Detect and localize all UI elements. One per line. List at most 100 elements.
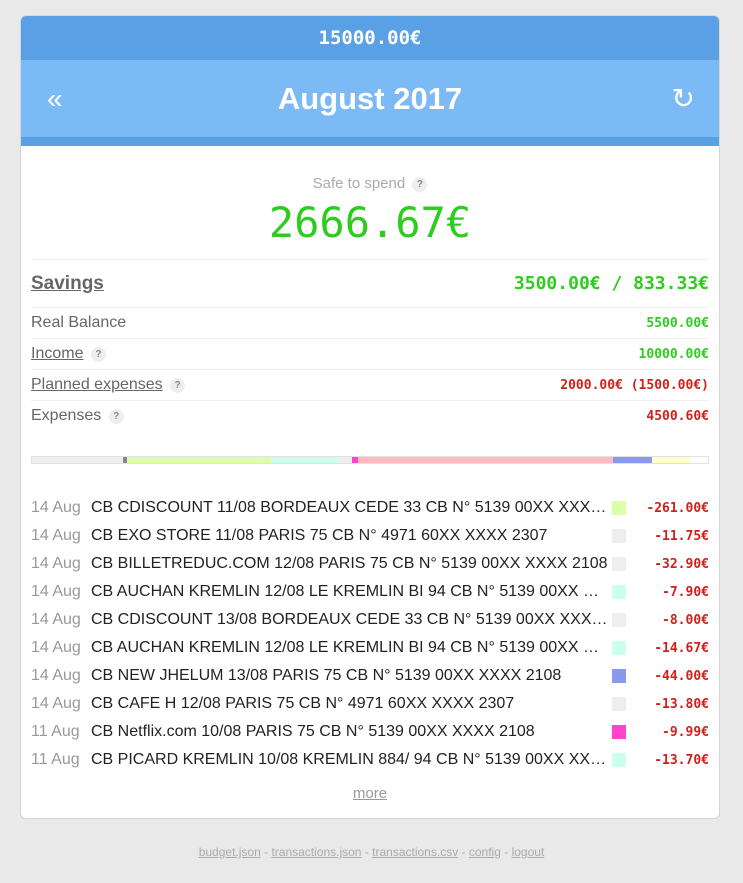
refresh-icon[interactable]: ↻ bbox=[672, 60, 695, 137]
expenses-label-group: Expenses ? bbox=[31, 407, 124, 425]
transaction-amount: -8.00€ bbox=[662, 612, 709, 628]
transaction-date: 14 Aug bbox=[31, 527, 81, 544]
expenses-label: Expenses bbox=[31, 407, 102, 424]
transaction-amount: -13.70€ bbox=[654, 752, 709, 768]
footer-separator: - bbox=[361, 845, 373, 859]
income-link[interactable]: Income bbox=[31, 345, 83, 362]
transaction-label: CB EXO STORE 11/08 PARIS 75 CB N° 4971 6… bbox=[91, 527, 548, 544]
transaction-date: 14 Aug bbox=[31, 555, 81, 572]
transaction-label: CB PICARD KREMLIN 10/08 KREMLIN 884/ 94 … bbox=[91, 751, 609, 768]
footer-separator: - bbox=[260, 845, 272, 859]
category-color-swatch[interactable] bbox=[612, 501, 626, 515]
help-icon[interactable]: ? bbox=[108, 409, 124, 424]
transaction-date: 11 Aug bbox=[31, 751, 80, 768]
planned-expenses-value: 2000.00€ (1500.00€) bbox=[560, 377, 709, 393]
footer-link[interactable]: transactions.csv bbox=[372, 845, 458, 859]
safe-to-spend-section: Safe to spend ? 2666.67€ bbox=[21, 146, 719, 259]
bar-segment bbox=[127, 457, 272, 463]
transaction-row[interactable]: 14 Aug CB CAFE H 12/08 PARIS 75 CB N° 497… bbox=[31, 690, 709, 718]
bar-segment bbox=[357, 457, 613, 463]
real-balance-row: Real Balance 5500.00€ bbox=[31, 307, 709, 338]
transaction-row[interactable]: 14 Aug CB BILLETREDUC.COM 12/08 PARIS 75 … bbox=[31, 550, 709, 578]
category-color-swatch[interactable] bbox=[612, 641, 626, 655]
footer-separator: - bbox=[458, 845, 469, 859]
footer-link[interactable]: transactions.json bbox=[271, 845, 361, 859]
total-balance: 15000.00€ bbox=[21, 16, 719, 60]
transaction-list: 14 Aug CB CDISCOUNT 11/08 BORDEAUX CEDE 3… bbox=[31, 494, 709, 774]
transaction-label: CB CDISCOUNT 11/08 BORDEAUX CEDE 33 CB N… bbox=[91, 499, 609, 516]
help-icon[interactable]: ? bbox=[412, 177, 428, 192]
savings-value: 3500.00€ / 833.33€ bbox=[513, 273, 709, 294]
transaction-label: CB AUCHAN KREMLIN 12/08 LE KREMLIN BI 94… bbox=[91, 639, 609, 656]
category-color-swatch[interactable] bbox=[612, 753, 626, 767]
transaction-amount: -7.90€ bbox=[662, 584, 709, 600]
transaction-date: 14 Aug bbox=[31, 667, 81, 684]
transaction-amount: -14.67€ bbox=[654, 640, 709, 656]
safe-to-spend-amount: 2666.67€ bbox=[268, 198, 472, 247]
category-color-swatch[interactable] bbox=[612, 697, 626, 711]
income-label-group: Income ? bbox=[31, 345, 106, 363]
transaction-row[interactable]: 14 Aug CB EXO STORE 11/08 PARIS 75 CB N° … bbox=[31, 522, 709, 550]
transaction-date: 11 Aug bbox=[31, 723, 80, 740]
bar-segment bbox=[612, 457, 652, 463]
transaction-row[interactable]: 14 Aug CB CDISCOUNT 13/08 BORDEAUX CEDE 3… bbox=[31, 606, 709, 634]
income-row: Income ? 10000.00€ bbox=[31, 338, 709, 369]
transaction-amount: -9.99€ bbox=[662, 724, 709, 740]
footer-link[interactable]: logout bbox=[512, 845, 545, 859]
transaction-label: CB NEW JHELUM 13/08 PARIS 75 CB N° 5139 … bbox=[91, 667, 562, 684]
more-link[interactable]: more bbox=[21, 785, 719, 802]
safe-to-spend-text: Safe to spend bbox=[312, 175, 406, 192]
expenses-value: 4500.60€ bbox=[646, 408, 709, 424]
help-icon[interactable]: ? bbox=[170, 378, 186, 393]
transaction-amount: -11.75€ bbox=[654, 528, 709, 544]
transaction-label: CB CDISCOUNT 13/08 BORDEAUX CEDE 33 CB N… bbox=[91, 611, 609, 628]
footer-link[interactable]: config bbox=[469, 845, 501, 859]
transaction-amount: -44.00€ bbox=[654, 668, 709, 684]
transaction-label: CB BILLETREDUC.COM 12/08 PARIS 75 CB N° … bbox=[91, 555, 608, 572]
footer-links: budget.json - transactions.json - transa… bbox=[0, 845, 743, 859]
category-color-swatch[interactable] bbox=[612, 613, 626, 627]
month-header: « August 2017 ↻ bbox=[21, 60, 719, 137]
bar-segment bbox=[271, 457, 339, 463]
category-distribution-bar bbox=[31, 456, 709, 464]
savings-row: Savings 3500.00€ / 833.33€ bbox=[31, 259, 709, 307]
transaction-row[interactable]: 11 Aug CB Netflix.com 10/08 PARIS 75 CB N… bbox=[31, 718, 709, 746]
transaction-date: 14 Aug bbox=[31, 583, 81, 600]
transaction-amount: -32.90€ bbox=[654, 556, 709, 572]
transaction-row[interactable]: 14 Aug CB CDISCOUNT 11/08 BORDEAUX CEDE 3… bbox=[31, 494, 709, 522]
real-balance-value: 5500.00€ bbox=[646, 315, 709, 331]
help-icon[interactable]: ? bbox=[90, 347, 106, 362]
transaction-row[interactable]: 11 Aug CB PICARD KREMLIN 10/08 KREMLIN 88… bbox=[31, 746, 709, 774]
bar-segment bbox=[338, 457, 353, 463]
budget-card: 15000.00€ « August 2017 ↻ Safe to spend … bbox=[20, 15, 720, 819]
category-color-swatch[interactable] bbox=[612, 585, 626, 599]
transaction-date: 14 Aug bbox=[31, 499, 81, 516]
real-balance-label: Real Balance bbox=[31, 314, 127, 331]
planned-expenses-row: Planned expenses ? 2000.00€ (1500.00€) bbox=[31, 369, 709, 400]
expenses-row: Expenses ? 4500.60€ bbox=[31, 400, 709, 431]
planned-label-group: Planned expenses ? bbox=[31, 376, 186, 394]
month-title: August 2017 bbox=[277, 81, 463, 116]
header-stripe bbox=[21, 137, 719, 146]
transaction-date: 14 Aug bbox=[31, 639, 81, 656]
transaction-label: CB CAFE H 12/08 PARIS 75 CB N° 4971 60XX… bbox=[91, 695, 515, 712]
summary-table: Savings 3500.00€ / 833.33€ Real Balance … bbox=[31, 259, 709, 431]
transaction-row[interactable]: 14 Aug CB AUCHAN KREMLIN 12/08 LE KREMLIN… bbox=[31, 578, 709, 606]
transaction-date: 14 Aug bbox=[31, 695, 81, 712]
savings-link[interactable]: Savings bbox=[31, 273, 104, 295]
transaction-label: CB Netflix.com 10/08 PARIS 75 CB N° 5139… bbox=[91, 723, 535, 740]
planned-expenses-link[interactable]: Planned expenses bbox=[31, 376, 163, 393]
transaction-row[interactable]: 14 Aug CB NEW JHELUM 13/08 PARIS 75 CB N°… bbox=[31, 662, 709, 690]
transaction-row[interactable]: 14 Aug CB AUCHAN KREMLIN 12/08 LE KREMLIN… bbox=[31, 634, 709, 662]
category-color-swatch[interactable] bbox=[612, 557, 626, 571]
category-color-swatch[interactable] bbox=[612, 725, 626, 739]
category-color-swatch[interactable] bbox=[612, 669, 626, 683]
category-color-swatch[interactable] bbox=[612, 529, 626, 543]
transaction-label: CB AUCHAN KREMLIN 12/08 LE KREMLIN BI 94… bbox=[91, 583, 609, 600]
footer-link[interactable]: budget.json bbox=[199, 845, 261, 859]
transaction-amount: -261.00€ bbox=[646, 500, 709, 516]
transaction-amount: -13.80€ bbox=[654, 696, 709, 712]
bar-segment bbox=[651, 457, 692, 463]
transaction-date: 14 Aug bbox=[31, 611, 81, 628]
income-value: 10000.00€ bbox=[638, 346, 709, 362]
